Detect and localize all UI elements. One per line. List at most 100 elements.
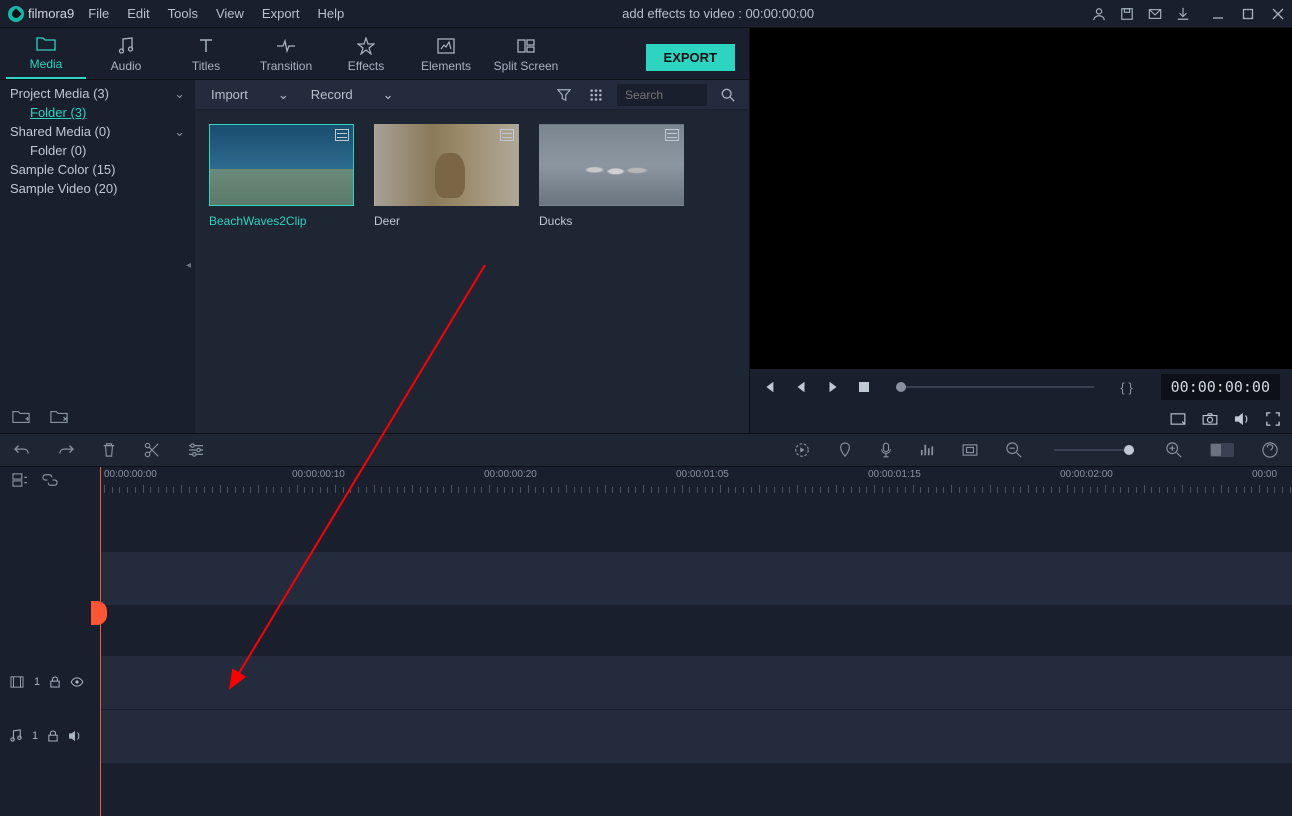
menu-view[interactable]: View xyxy=(216,6,244,21)
download-icon[interactable] xyxy=(1176,7,1190,21)
tab-transition[interactable]: Transition xyxy=(246,37,326,79)
render-button[interactable] xyxy=(794,442,810,458)
mail-icon[interactable] xyxy=(1148,7,1162,21)
sidebar-item-label: Sample Color (15) xyxy=(10,161,116,178)
search-input[interactable] xyxy=(617,84,707,106)
menu-file[interactable]: File xyxy=(88,6,109,21)
link-tracks-icon[interactable] xyxy=(42,473,58,487)
redo-button[interactable] xyxy=(58,443,74,457)
clip-thumbnail xyxy=(539,124,684,206)
zoom-out-button[interactable] xyxy=(1006,442,1022,458)
import-label: Import xyxy=(211,87,248,102)
tab-split-screen[interactable]: Split Screen xyxy=(486,37,566,79)
sidebar-item-folder3[interactable]: Folder (3) xyxy=(0,103,195,122)
timeline-tracks-area[interactable]: 00:00:00:00 00:00:00:10 00:00:00:20 00:0… xyxy=(100,467,1292,816)
play-button[interactable] xyxy=(826,380,840,394)
voiceover-button[interactable] xyxy=(880,442,892,458)
tab-elements[interactable]: Elements xyxy=(406,37,486,79)
collapse-sidebar-handle[interactable]: ◂ xyxy=(186,250,196,280)
timeline-audio-track[interactable] xyxy=(100,709,1292,763)
sidebar-item-label: Folder (0) xyxy=(30,142,86,159)
playhead-grip[interactable] xyxy=(91,601,107,625)
sidebar-item-project-media[interactable]: Project Media (3) ⌄ xyxy=(0,84,195,103)
zoom-in-button[interactable] xyxy=(1166,442,1182,458)
lock-icon[interactable] xyxy=(48,730,58,742)
prev-frame-button[interactable] xyxy=(762,380,776,394)
timeline-track-spacer xyxy=(100,605,1292,655)
ruler-label: 00:00:00:10 xyxy=(292,469,345,480)
zoom-slider[interactable] xyxy=(1054,449,1134,451)
effects-icon xyxy=(357,37,375,55)
stop-button[interactable] xyxy=(858,381,870,393)
delete-button[interactable] xyxy=(102,442,116,458)
minimize-button[interactable] xyxy=(1212,8,1224,20)
timeline-ruler[interactable]: 00:00:00:00 00:00:00:10 00:00:00:20 00:0… xyxy=(100,467,1292,493)
sidebar-item-sample-color[interactable]: Sample Color (15) xyxy=(0,160,195,179)
preview-controls: { } 00:00:00:00 xyxy=(750,369,1292,405)
folder-icon xyxy=(36,35,56,53)
preview-slider[interactable] xyxy=(896,386,1094,388)
menu-help[interactable]: Help xyxy=(318,6,345,21)
lock-icon[interactable] xyxy=(50,676,60,688)
export-button[interactable]: EXPORT xyxy=(646,44,735,71)
playhead[interactable] xyxy=(100,467,101,816)
split-button[interactable] xyxy=(144,442,160,458)
help-button[interactable] xyxy=(1262,442,1278,458)
split-icon xyxy=(517,37,535,55)
add-folder-icon[interactable] xyxy=(12,409,30,425)
clip-name: BeachWaves2Clip xyxy=(209,214,354,228)
menu-edit[interactable]: Edit xyxy=(127,6,149,21)
ruler-label: 00:00:01:05 xyxy=(676,469,729,480)
clip-item[interactable]: Ducks xyxy=(539,124,684,228)
timeline-video-track[interactable] xyxy=(100,655,1292,709)
adjust-button[interactable] xyxy=(188,443,204,457)
undo-button[interactable] xyxy=(14,443,30,457)
volume-icon[interactable] xyxy=(1234,412,1250,426)
clip-item[interactable]: Deer xyxy=(374,124,519,228)
record-dropdown[interactable]: Record ⌄ xyxy=(305,87,400,103)
marker-brackets[interactable]: { } xyxy=(1120,380,1132,395)
maximize-button[interactable] xyxy=(1242,8,1254,20)
app-name: filmora9 xyxy=(28,6,74,21)
quality-icon[interactable] xyxy=(1170,413,1186,425)
tab-titles[interactable]: Titles xyxy=(166,37,246,79)
remove-folder-icon[interactable] xyxy=(50,409,68,425)
clip-name: Deer xyxy=(374,214,519,228)
filmstrip-icon xyxy=(665,129,679,141)
timeline-overlay-track[interactable] xyxy=(100,551,1292,605)
manage-tracks-icon[interactable] xyxy=(12,473,28,487)
import-dropdown[interactable]: Import ⌄ xyxy=(205,87,295,103)
audio-mixer-button[interactable] xyxy=(920,443,934,457)
sidebar-item-shared-media[interactable]: Shared Media (0) ⌄ xyxy=(0,122,195,141)
sidebar-item-folder0[interactable]: Folder (0) xyxy=(0,141,195,160)
eye-icon[interactable] xyxy=(70,677,84,687)
menu-export[interactable]: Export xyxy=(262,6,300,21)
grid-view-icon[interactable] xyxy=(585,88,607,102)
timeline-panel: 1 1 00:00:00:00 00:00:00:10 00:00:00:20 … xyxy=(0,433,1292,816)
tab-audio[interactable]: Audio xyxy=(86,37,166,79)
user-icon[interactable] xyxy=(1092,7,1106,21)
sidebar-item-sample-video[interactable]: Sample Video (20) xyxy=(0,179,195,198)
menu-tools[interactable]: Tools xyxy=(168,6,198,21)
crop-button[interactable] xyxy=(962,444,978,456)
filter-icon[interactable] xyxy=(553,88,575,102)
audio-track-header[interactable]: 1 xyxy=(0,709,100,763)
close-button[interactable] xyxy=(1272,8,1284,20)
mute-icon[interactable] xyxy=(68,730,82,742)
tab-label: Split Screen xyxy=(494,59,559,73)
save-icon[interactable] xyxy=(1120,7,1134,21)
search-icon[interactable] xyxy=(717,88,739,102)
clip-item[interactable]: BeachWaves2Clip xyxy=(209,124,354,228)
snapshot-icon[interactable] xyxy=(1202,413,1218,425)
tab-media[interactable]: Media xyxy=(6,35,86,79)
video-track-header[interactable]: 1 xyxy=(0,655,100,709)
gallery-grid: BeachWaves2Clip Deer Ducks xyxy=(195,110,749,242)
fullscreen-icon[interactable] xyxy=(1266,412,1280,426)
marker-button[interactable] xyxy=(838,442,852,458)
tab-label: Effects xyxy=(348,59,384,73)
timeline-view-toggle[interactable] xyxy=(1210,443,1234,457)
preview-viewport[interactable] xyxy=(750,28,1292,369)
tab-effects[interactable]: Effects xyxy=(326,37,406,79)
play-backward-button[interactable] xyxy=(794,380,808,394)
sidebar-item-label: Shared Media (0) xyxy=(10,123,110,140)
